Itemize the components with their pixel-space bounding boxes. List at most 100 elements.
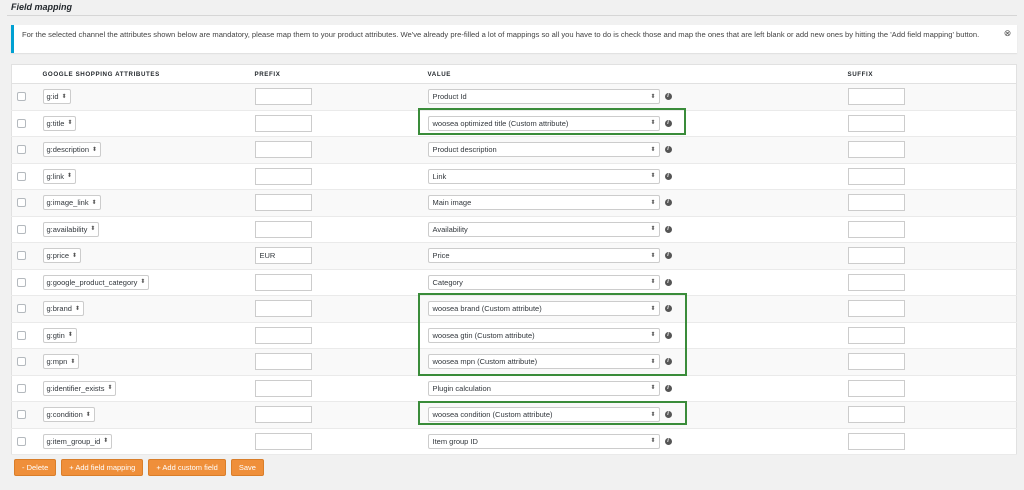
row-checkbox[interactable] xyxy=(17,330,26,340)
prefix-input[interactable] xyxy=(254,379,312,397)
suffix-input[interactable] xyxy=(847,88,905,106)
save-button[interactable]: Save xyxy=(230,459,264,476)
suffix-input[interactable] xyxy=(847,273,905,291)
prefix-input[interactable] xyxy=(254,300,312,318)
prefix-input[interactable] xyxy=(254,88,312,106)
row-checkbox[interactable] xyxy=(17,251,26,261)
attribute-select[interactable]: g:brand ⬍ xyxy=(42,301,84,317)
suffix-input[interactable] xyxy=(847,220,905,238)
row-checkbox[interactable] xyxy=(17,357,26,367)
suffix-input[interactable] xyxy=(847,141,905,159)
prefix-input[interactable] xyxy=(254,114,312,132)
info-icon[interactable]: i xyxy=(664,225,672,233)
attribute-select[interactable]: g:title ⬍ xyxy=(42,115,77,131)
value-select[interactable]: woosea gtin (Custom attribute) ⬍ xyxy=(427,327,660,343)
attribute-select[interactable]: g:mpn ⬍ xyxy=(42,354,80,370)
delete-button[interactable]: - Delete xyxy=(14,459,57,476)
attribute-select[interactable]: g:description ⬍ xyxy=(42,142,102,158)
suffix-input[interactable] xyxy=(847,194,905,212)
info-icon[interactable]: i xyxy=(664,358,672,366)
info-icon[interactable]: i xyxy=(664,146,672,154)
row-checkbox[interactable] xyxy=(17,198,26,208)
prefix-input[interactable] xyxy=(254,194,312,212)
attribute-select[interactable]: g:gtin ⬍ xyxy=(42,327,77,343)
suffix-input[interactable] xyxy=(847,432,905,450)
attribute-select[interactable]: g:price ⬍ xyxy=(42,248,82,264)
prefix-input[interactable] xyxy=(254,273,312,291)
attribute-cell: g:gtin ⬍ xyxy=(38,322,251,349)
attribute-select[interactable]: g:item_group_id ⬍ xyxy=(42,433,113,449)
suffix-input[interactable] xyxy=(847,326,905,344)
value-select[interactable]: Main image ⬍ xyxy=(427,195,660,211)
suffix-input[interactable] xyxy=(847,114,905,132)
attribute-select[interactable]: g:id ⬍ xyxy=(42,89,71,105)
table-row: g:price ⬍ EUR Price ⬍ i xyxy=(11,242,1017,270)
row-checkbox[interactable] xyxy=(17,118,26,128)
attribute-select[interactable]: g:availability ⬍ xyxy=(42,221,100,237)
add-custom-field-button[interactable]: + Add custom field xyxy=(148,459,226,476)
value-select[interactable]: woosea condition (Custom attribute) ⬍ xyxy=(427,407,660,423)
value-select[interactable]: Category ⬍ xyxy=(427,274,660,290)
row-checkbox[interactable] xyxy=(17,436,26,446)
value-select[interactable]: woosea optimized title (Custom attribute… xyxy=(427,115,660,131)
info-icon[interactable]: i xyxy=(664,305,672,313)
prefix-input[interactable] xyxy=(254,353,312,371)
row-checkbox-cell xyxy=(11,163,39,190)
suffix-input[interactable] xyxy=(847,353,905,371)
row-checkbox[interactable] xyxy=(17,383,26,393)
info-icon[interactable]: i xyxy=(664,437,672,445)
updown-arrows-icon: ⬍ xyxy=(107,385,113,392)
value-select[interactable]: Price ⬍ xyxy=(427,248,660,264)
info-icon[interactable]: i xyxy=(664,384,672,392)
prefix-input[interactable] xyxy=(254,326,312,344)
value-select[interactable]: Product description ⬍ xyxy=(427,142,660,158)
info-icon[interactable]: i xyxy=(664,93,672,101)
info-icon[interactable]: i xyxy=(664,411,672,419)
info-icon[interactable]: i xyxy=(664,119,672,127)
table-row: g:identifier_exists ⬍ Plugin calculation ⬍ i xyxy=(11,375,1017,402)
row-checkbox[interactable] xyxy=(17,145,26,155)
value-select[interactable]: Availability ⬍ xyxy=(427,221,660,237)
attribute-select[interactable]: g:image_link ⬍ xyxy=(42,195,101,211)
attribute-select[interactable]: g:link ⬍ xyxy=(42,168,77,184)
updown-arrows-icon: ⬍ xyxy=(67,120,73,127)
add-field-mapping-button[interactable]: + Add field mapping xyxy=(61,459,144,476)
dismiss-icon[interactable]: ⊗ xyxy=(1003,29,1012,38)
suffix-input[interactable] xyxy=(847,167,905,185)
header-checkbox-cell xyxy=(11,64,39,84)
prefix-input[interactable] xyxy=(254,406,312,424)
value-select[interactable]: Plugin calculation ⬍ xyxy=(427,380,660,396)
updown-arrows-icon: ⬍ xyxy=(74,305,80,312)
row-checkbox[interactable] xyxy=(17,92,26,102)
attribute-cell: g:id ⬍ xyxy=(38,83,251,111)
suffix-input[interactable] xyxy=(847,247,905,265)
attribute-select[interactable]: g:google_product_category ⬍ xyxy=(42,274,150,290)
attribute-select[interactable]: g:identifier_exists ⬍ xyxy=(42,380,117,396)
row-checkbox[interactable] xyxy=(17,171,26,181)
info-icon[interactable]: i xyxy=(664,172,672,180)
attribute-select[interactable]: g:condition ⬍ xyxy=(42,407,95,423)
value-select[interactable]: Product Id ⬍ xyxy=(427,89,660,105)
prefix-input[interactable] xyxy=(254,167,312,185)
prefix-input[interactable]: EUR xyxy=(254,247,312,265)
prefix-input[interactable] xyxy=(254,141,312,159)
row-checkbox[interactable] xyxy=(17,224,26,234)
value-select-label: woosea brand (Custom attribute) xyxy=(432,304,542,314)
row-checkbox[interactable] xyxy=(17,304,26,314)
info-icon[interactable]: i xyxy=(664,252,672,260)
suffix-input[interactable] xyxy=(847,300,905,318)
info-icon[interactable]: i xyxy=(664,199,672,207)
suffix-input[interactable] xyxy=(847,379,905,397)
prefix-input[interactable] xyxy=(254,220,312,238)
value-select[interactable]: woosea mpn (Custom attribute) ⬍ xyxy=(427,354,660,370)
value-select[interactable]: woosea brand (Custom attribute) ⬍ xyxy=(427,301,660,317)
value-select[interactable]: Link ⬍ xyxy=(427,168,660,184)
value-select[interactable]: Item group ID ⬍ xyxy=(427,433,660,449)
row-checkbox[interactable] xyxy=(17,410,26,420)
row-checkbox[interactable] xyxy=(17,277,26,287)
info-notice: For the selected channel the attributes … xyxy=(11,25,1017,53)
suffix-input[interactable] xyxy=(847,406,905,424)
info-icon[interactable]: i xyxy=(664,331,672,339)
prefix-input[interactable] xyxy=(254,432,312,450)
info-icon[interactable]: i xyxy=(664,278,672,286)
